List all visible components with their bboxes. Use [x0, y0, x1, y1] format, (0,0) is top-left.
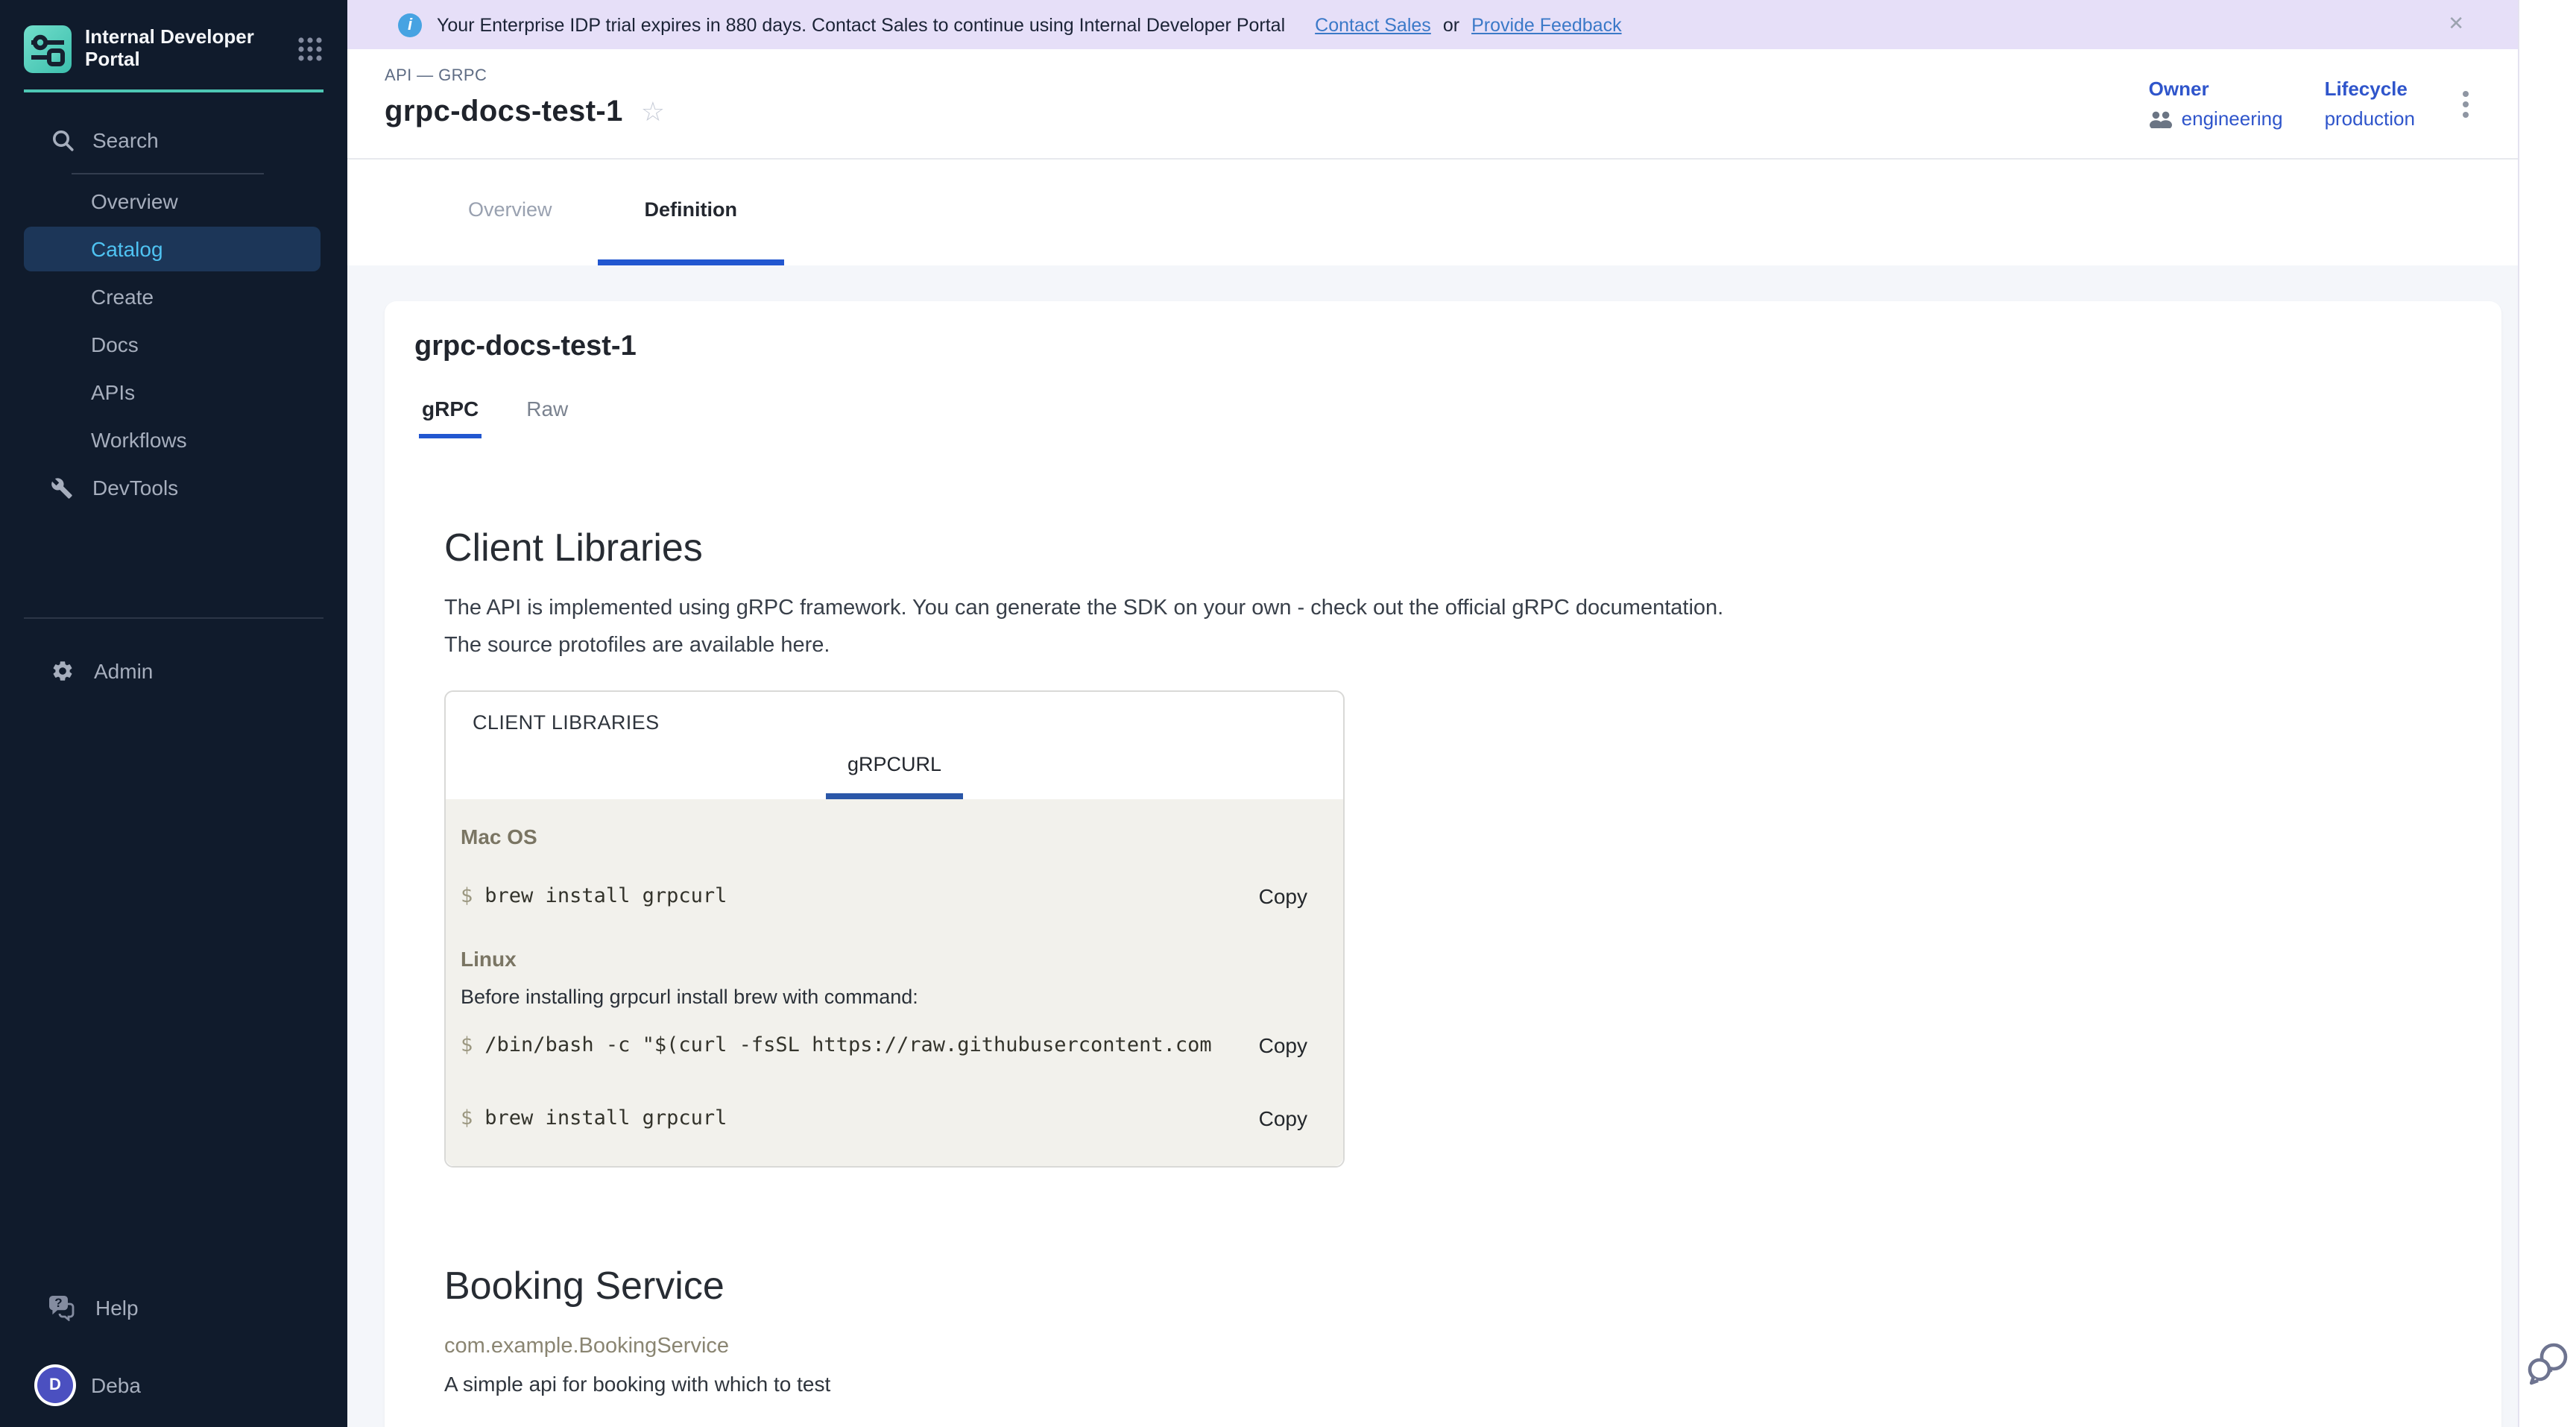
copy-button[interactable]: Copy [1259, 1033, 1307, 1057]
macos-command-row: $ brew install grpcurl Copy [461, 884, 1307, 908]
page-title: grpc-docs-test-1 [385, 95, 623, 130]
sidebar-search-divider [72, 173, 264, 174]
macos-command: brew install grpcurl [484, 884, 1237, 908]
sidebar-item-docs[interactable]: Docs [0, 321, 347, 368]
sidebar-accent-divider [24, 89, 323, 92]
macos-heading: Mac OS [461, 825, 1307, 848]
booking-service-heading: Booking Service [444, 1263, 2501, 1309]
trial-banner: i Your Enterprise IDP trial expires in 8… [347, 0, 2518, 49]
sidebar-item-apis[interactable]: APIs [0, 368, 347, 416]
gear-icon [51, 659, 75, 683]
screenshot-root: Internal Developer Portal Search Overvie… [0, 0, 2576, 1427]
feedback-chat-icon[interactable] [2524, 1339, 2572, 1387]
linux-intro: Before installing grpcurl install brew w… [461, 986, 1307, 1008]
entity-tabs: Overview Definition [347, 160, 2518, 265]
client-libraries-box: CLIENT LIBRARIES gRPCURL Mac OS $ brew i… [444, 690, 1345, 1168]
sidebar-help-label: Help [95, 1296, 139, 1320]
tab-definition[interactable]: Definition [599, 160, 784, 265]
contact-sales-link[interactable]: Contact Sales [1315, 14, 1431, 35]
app-switcher-grid-icon[interactable] [297, 36, 323, 63]
info-icon: i [398, 13, 422, 37]
sidebar-nav: Overview Catalog Create Docs APIs Workfl… [0, 177, 347, 511]
lifecycle-meta: Lifecycle production [2325, 78, 2415, 130]
sidebar-item-create[interactable]: Create [0, 273, 347, 321]
sidebar-user[interactable]: D Deba [0, 1367, 347, 1403]
definition-format-tabs: gRPC Raw [414, 397, 2501, 438]
right-gutter [2518, 0, 2576, 1427]
booking-service-description-clipped: A simple api for booking with which to t… [444, 1372, 2501, 1396]
wrench-icon [51, 476, 73, 499]
linux-command-row-2: $ brew install grpcurl Copy [461, 1106, 1307, 1130]
lifecycle-label: Lifecycle [2325, 78, 2415, 100]
entity-header: API — GRPC grpc-docs-test-1 ☆ Owner engi… [347, 49, 2518, 160]
app-logo-icon [24, 25, 72, 73]
definition-card-title: grpc-docs-test-1 [414, 331, 2501, 364]
entity-header-left: API — GRPC grpc-docs-test-1 ☆ [385, 49, 665, 158]
client-libraries-box-body: Mac OS $ brew install grpcurl Copy Linux… [446, 799, 1343, 1166]
shell-prompt: $ [461, 1106, 473, 1130]
owner-value-link[interactable]: engineering [2149, 107, 2283, 130]
banner-or-text: or [1443, 14, 1459, 35]
client-libraries-box-title: CLIENT LIBRARIES [473, 711, 1316, 734]
user-avatar: D [37, 1367, 73, 1403]
people-icon [2149, 110, 2174, 127]
help-chat-icon: ? [48, 1294, 76, 1321]
main-area: i Your Enterprise IDP trial expires in 8… [347, 0, 2518, 1427]
sidebar-item-overview[interactable]: Overview [0, 177, 347, 225]
grpc-doc: Client Libraries The API is implemented … [444, 525, 2501, 1396]
app-title: Internal Developer Portal [85, 25, 264, 70]
sidebar-item-catalog[interactable]: Catalog [24, 227, 321, 271]
tab-grpcurl[interactable]: gRPCURL [827, 753, 962, 799]
sidebar-item-devtools[interactable]: DevTools [0, 464, 347, 511]
tab-overview[interactable]: Overview [422, 160, 599, 265]
user-avatar-initial: D [49, 1376, 61, 1394]
provide-feedback-link[interactable]: Provide Feedback [1471, 14, 1622, 35]
svg-text:?: ? [54, 1296, 62, 1310]
linux-command-1: /bin/bash -c "$(curl -fsSL https://raw.g… [484, 1033, 1237, 1057]
shell-prompt: $ [461, 884, 473, 908]
sidebar-item-admin[interactable]: Admin [0, 647, 347, 695]
entity-header-meta: Owner engineering Lifecycle production [2149, 49, 2475, 158]
lifecycle-value: production [2325, 107, 2415, 130]
sidebar-search[interactable]: Search [0, 124, 347, 157]
copy-button[interactable]: Copy [1259, 884, 1307, 908]
tab-raw[interactable]: Raw [523, 397, 571, 438]
linux-command-2: brew install grpcurl [484, 1106, 1237, 1130]
breadcrumb[interactable]: API — GRPC [385, 67, 665, 85]
definition-card: grpc-docs-test-1 gRPC Raw Client Librari… [385, 301, 2501, 1427]
favorite-star-icon[interactable]: ☆ [641, 99, 665, 126]
copy-button[interactable]: Copy [1259, 1106, 1307, 1130]
sidebar-item-help[interactable]: ? Help [0, 1284, 347, 1332]
user-name: Deba [91, 1373, 141, 1397]
owner-label: Owner [2149, 78, 2283, 100]
booking-service-fqn: com.example.BookingService [444, 1335, 2501, 1358]
definition-content: grpc-docs-test-1 gRPC Raw Client Librari… [347, 265, 2518, 1427]
shell-prompt: $ [461, 1033, 473, 1057]
search-icon [51, 128, 75, 152]
client-libraries-heading: Client Libraries [444, 525, 2501, 571]
sidebar-admin-divider [24, 617, 323, 619]
tab-grpc[interactable]: gRPC [419, 397, 482, 438]
sidebar-spacer [0, 695, 347, 1284]
linux-heading: Linux [461, 947, 1307, 971]
linux-command-row-1: $ /bin/bash -c "$(curl -fsSL https://raw… [461, 1033, 1307, 1057]
sidebar: Internal Developer Portal Search Overvie… [0, 0, 347, 1427]
client-libraries-description: The API is implemented using gRPC framew… [444, 590, 2501, 665]
more-options-kebab-icon[interactable] [2457, 84, 2475, 123]
client-libraries-box-header: CLIENT LIBRARIES gRPCURL [446, 692, 1343, 799]
sidebar-search-label: Search [92, 128, 159, 152]
owner-meta: Owner engineering [2149, 78, 2283, 130]
trial-banner-message: Your Enterprise IDP trial expires in 880… [437, 14, 1285, 35]
sidebar-admin-label: Admin [94, 659, 153, 683]
sidebar-item-workflows[interactable]: Workflows [0, 416, 347, 464]
logo-row: Internal Developer Portal [0, 0, 347, 73]
banner-close-icon[interactable]: ✕ [2448, 13, 2464, 36]
